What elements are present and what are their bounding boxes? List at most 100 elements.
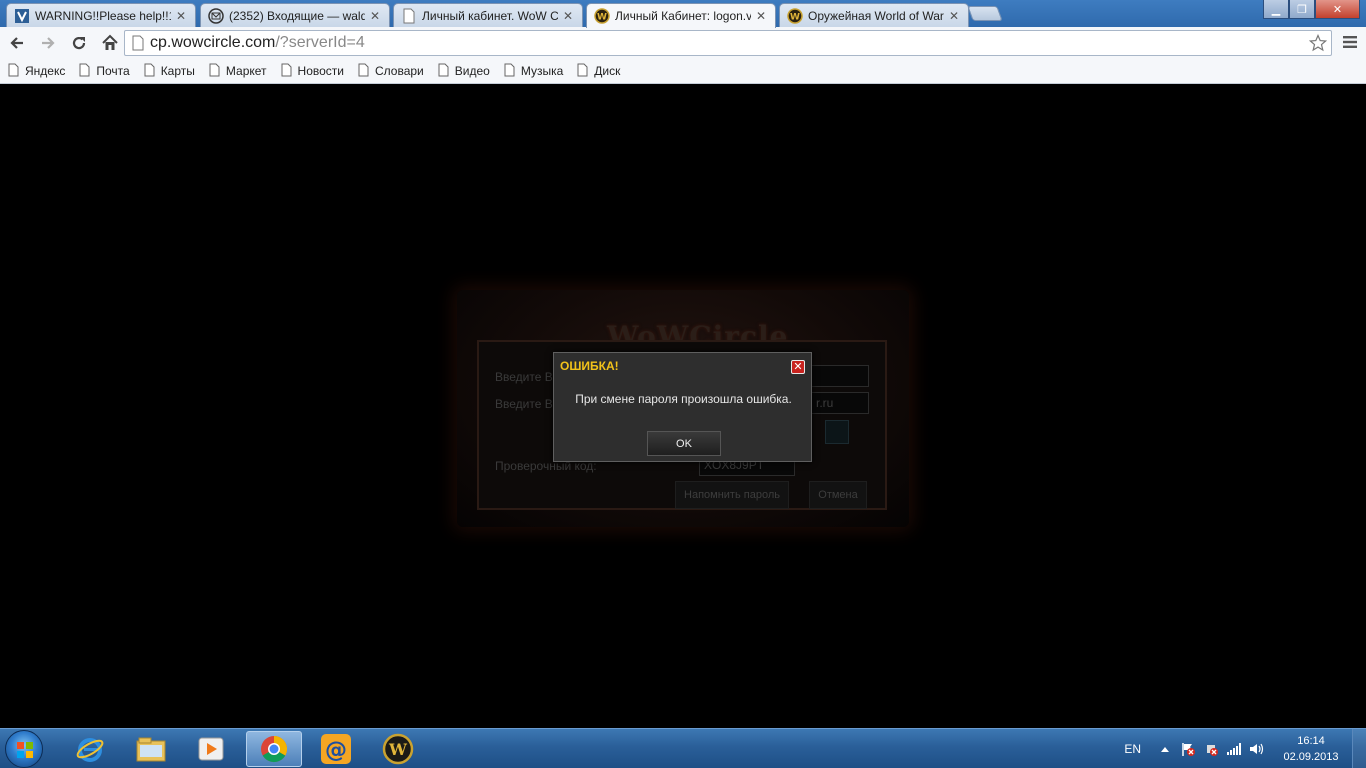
bookmark-label: Карты — [160, 64, 195, 78]
tab-close-icon[interactable]: ✕ — [369, 9, 381, 23]
browser-toolbar: cp.wowcircle.com /?serverId=4 — [0, 27, 1366, 59]
page-icon — [577, 63, 588, 80]
page-icon — [8, 63, 19, 80]
mail-agent-icon[interactable]: @ — [308, 731, 364, 767]
show-desktop-button[interactable] — [1352, 729, 1366, 768]
tab-title: Личный Кабинет: logon.v — [615, 9, 751, 23]
bookmark-yandex[interactable]: Яндекс — [8, 63, 65, 80]
wow-icon: W — [787, 7, 803, 24]
cancel-button[interactable]: Отмена — [809, 481, 867, 509]
dialog-message: При смене пароля произошла ошибка. — [575, 392, 792, 406]
tab-close-icon[interactable]: ✕ — [175, 9, 187, 23]
bookmark-disk[interactable]: Диск — [577, 63, 620, 80]
world-of-warcraft-icon[interactable]: W — [370, 731, 426, 767]
show-hidden-icons-icon[interactable] — [1157, 741, 1173, 757]
bookmark-mail[interactable]: Почта — [79, 63, 130, 80]
svg-text:W: W — [388, 740, 408, 759]
reload-icon[interactable] — [65, 29, 93, 57]
tab-title: (2352) Входящие — waldo — [229, 8, 365, 23]
bookmark-label: Музыка — [520, 64, 564, 78]
bookmark-label: Маркет — [225, 64, 267, 78]
new-tab-button[interactable] — [967, 6, 1003, 21]
clock-time: 16:14 — [1297, 735, 1325, 747]
bookmark-label: Почта — [96, 64, 130, 78]
tab-cabinet-wowc[interactable]: Личный кабинет. WoW C ✕ — [393, 3, 583, 27]
home-icon[interactable] — [96, 29, 124, 57]
start-button[interactable] — [5, 730, 43, 768]
tab-inbox[interactable]: (2352) Входящие — waldo ✕ — [200, 3, 390, 27]
system-tray: EN 16:14 02.09.2013 — [1124, 729, 1366, 768]
file-explorer-icon[interactable] — [123, 731, 179, 767]
field1-label: Введите В — [495, 370, 553, 384]
wow-icon: W — [594, 8, 610, 24]
tab-title: Личный кабинет. WoW C — [422, 8, 558, 23]
window-controls: ▁ ❐ ✕ — [1263, 0, 1360, 19]
page-content: WoWCircle Введите В Введите В r.ru Прове… — [0, 85, 1366, 728]
tab-warning-help[interactable]: WARNING!!Please help!!1! ✕ — [6, 3, 196, 27]
bookmarks-bar: Яндекс Почта Карты Маркет Новости Словар… — [0, 59, 1366, 84]
bookmark-label: Яндекс — [25, 64, 66, 78]
field2-label: Введите В — [495, 397, 553, 411]
tab-title: Оружейная World of War — [808, 8, 944, 23]
svg-text:W: W — [597, 13, 607, 23]
restore-icon[interactable]: ❐ — [1289, 0, 1315, 19]
error-dialog: ОШИБКА! ✕ При смене пароля произошла оши… — [553, 352, 812, 462]
address-bar[interactable]: cp.wowcircle.com /?serverId=4 — [124, 30, 1332, 56]
page-icon — [281, 63, 292, 80]
tab-close-icon[interactable]: ✕ — [562, 9, 574, 23]
bookmark-music[interactable]: Музыка — [504, 63, 563, 80]
url-host: cp.wowcircle.com — [150, 34, 276, 51]
ok-button[interactable]: OK — [647, 431, 721, 456]
bookmark-maps[interactable]: Карты — [144, 63, 195, 80]
menu-icon[interactable] — [1342, 35, 1358, 49]
page-icon — [504, 63, 515, 80]
power-plug-icon[interactable] — [1203, 741, 1219, 757]
field2-input[interactable]: r.ru — [811, 392, 869, 414]
tab-title: WARNING!!Please help!!1! — [35, 8, 171, 23]
media-player-icon[interactable] — [183, 731, 239, 767]
internet-explorer-icon[interactable] — [62, 731, 118, 767]
page-icon — [144, 63, 155, 80]
bookmark-market[interactable]: Маркет — [209, 63, 267, 80]
windows-taskbar: @ W EN 16:14 02.09.2013 — [0, 728, 1366, 768]
remind-password-button[interactable]: Напомнить пароль — [675, 481, 789, 509]
bookmark-label: Диск — [594, 64, 621, 78]
browser-tabstrip: WARNING!!Please help!!1! ✕ (2352) Входящ… — [0, 0, 1366, 28]
close-icon[interactable]: ✕ — [791, 360, 805, 374]
chrome-icon[interactable] — [246, 731, 302, 767]
svg-text:W: W — [790, 12, 800, 22]
bookmark-label: Видео — [454, 64, 490, 78]
volume-icon[interactable] — [1249, 741, 1265, 757]
bookmark-label: Новости — [297, 64, 344, 78]
windows-logo-icon — [17, 742, 33, 758]
page-icon — [438, 63, 449, 80]
minimize-icon[interactable]: ▁ — [1263, 0, 1289, 19]
tab-armory[interactable]: W Оружейная World of War ✕ — [779, 3, 969, 27]
bookmark-dictionaries[interactable]: Словари — [358, 63, 424, 80]
bookmark-star-icon[interactable] — [1308, 33, 1328, 52]
bookmark-video[interactable]: Видео — [438, 63, 490, 80]
bookmark-label: Словари — [374, 64, 424, 78]
dialog-title: ОШИБКА! — [560, 359, 619, 373]
tab-close-icon[interactable]: ✕ — [948, 9, 960, 23]
clock[interactable]: 16:14 02.09.2013 — [1276, 733, 1346, 765]
page-icon — [401, 8, 417, 24]
url-path: /?serverId=4 — [275, 34, 365, 51]
close-window-icon[interactable]: ✕ — [1315, 0, 1360, 19]
bookmark-news[interactable]: Новости — [281, 63, 344, 80]
action-center-flag-icon[interactable] — [1180, 741, 1196, 757]
language-indicator[interactable]: EN — [1124, 742, 1141, 756]
back-arrow-icon[interactable] — [3, 29, 31, 57]
tab-close-icon[interactable]: ✕ — [755, 9, 767, 23]
network-signal-icon[interactable] — [1226, 741, 1242, 757]
refresh-captcha-icon[interactable] — [825, 420, 849, 444]
page-icon — [131, 35, 145, 51]
svg-text:@: @ — [325, 738, 347, 763]
rutracker-icon — [14, 8, 30, 24]
page-icon — [209, 63, 220, 80]
field1-input[interactable] — [811, 365, 869, 387]
page-icon — [358, 63, 369, 80]
forward-arrow-icon[interactable] — [34, 29, 62, 57]
mail-icon — [208, 7, 224, 24]
tab-cabinet-logon[interactable]: W Личный Кабинет: logon.v ✕ — [586, 3, 776, 28]
